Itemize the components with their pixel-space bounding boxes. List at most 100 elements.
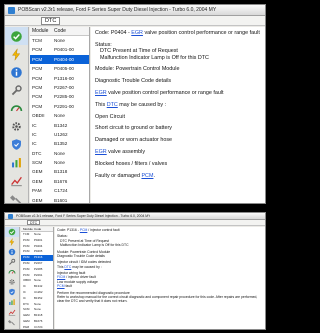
sidebar-item-chart[interactable]: [5, 153, 28, 171]
toolbar: DTC: [5, 220, 265, 226]
code-cell: C1724: [34, 324, 43, 329]
check-icon: [10, 30, 23, 43]
module-cell: PCM: [32, 56, 43, 62]
sidebar-item-info[interactable]: [5, 247, 19, 257]
code-column-header[interactable]: Code: [34, 227, 41, 231]
egr-link[interactable]: EGR: [131, 30, 143, 36]
sidebar-item-lightning[interactable]: [5, 237, 19, 247]
table-row[interactable]: GEM B1676: [30, 177, 89, 186]
bottom-window: POBScan v2.3r1 release, Ford F Series Su…: [4, 212, 266, 330]
sidebar-item-chart[interactable]: [5, 297, 19, 307]
dtc-rows: TCM None PCM P0401-00 PCM P0404-00 PCM P0405-00…: [30, 36, 89, 203]
table-row[interactable]: PCM P2285-00: [30, 92, 89, 101]
table-row[interactable]: IC U1262: [30, 130, 89, 139]
module-cell: DTC: [32, 150, 42, 156]
tab-dtc[interactable]: DTC: [27, 220, 41, 225]
chart-icon: [8, 298, 16, 306]
code-cell: B1352: [54, 141, 68, 147]
table-row[interactable]: PAM C1724: [21, 325, 53, 329]
sidebar-item-shield[interactable]: [5, 135, 28, 153]
sidebar-item-tool[interactable]: [5, 189, 28, 203]
sidebar-item-tool[interactable]: [5, 317, 19, 327]
table-row[interactable]: PCM P0401-00: [30, 45, 89, 54]
window-title: POBScan v2.3r1 release, Ford F Series Su…: [18, 7, 217, 13]
module-column-header[interactable]: Module: [30, 27, 54, 35]
tool-icon: [10, 192, 23, 203]
table-row[interactable]: PCM P2291-00: [30, 102, 89, 111]
app-icon: [8, 213, 13, 219]
code-cell: B1318: [54, 169, 68, 175]
module-cell: PCM: [32, 103, 43, 109]
dtc-list: Module Code TCM None PCM P0401 PCM P0404 PCM P0…: [21, 227, 54, 329]
table-row[interactable]: DTC None: [30, 149, 89, 158]
module-cell: PCM: [32, 66, 43, 72]
shield-icon: [10, 138, 23, 151]
window-title: POBScan v2.3r1 release, Ford F Series Su…: [16, 214, 151, 218]
toolbar: DTC: [5, 16, 265, 26]
check-icon: [8, 228, 16, 236]
module-cell: GEM: [32, 178, 43, 184]
title-bar: POBScan v2.3r1 release, Ford F Series Su…: [5, 5, 265, 16]
dtc-list: Module Code TCM None PCM P0401-00 PCM P0404-0…: [30, 27, 90, 203]
sidebar-item-gear[interactable]: [5, 277, 19, 287]
module-column-header[interactable]: Module: [21, 227, 34, 231]
sidebar-item-gear[interactable]: [5, 117, 28, 135]
graph-icon: [10, 174, 23, 187]
table-row[interactable]: TCM None: [30, 36, 89, 45]
sidebar-item-lightning[interactable]: [5, 45, 28, 63]
chart-icon: [10, 156, 23, 169]
sidebar-item-info[interactable]: [5, 63, 28, 81]
egr-link[interactable]: EGR: [95, 149, 107, 155]
app-icon: [8, 6, 15, 14]
code-cell: B1601: [54, 197, 68, 203]
wrench-icon: [8, 258, 16, 266]
code-cell: P2285-00: [54, 94, 74, 100]
module-cell: TCM: [32, 38, 42, 43]
sidebar-item-graph[interactable]: [5, 171, 28, 189]
sidebar-item-wrench[interactable]: [5, 257, 19, 267]
list-header: Module Code: [30, 27, 89, 36]
code-column-header[interactable]: Code: [54, 27, 66, 35]
code-cell: P0404-00: [54, 56, 74, 62]
graph-icon: [8, 308, 16, 316]
module-cell: GEM: [32, 169, 43, 175]
sidebar-item-check[interactable]: [5, 27, 28, 45]
gauge-icon: [8, 268, 16, 276]
sidebar-item-check[interactable]: [5, 227, 19, 237]
sidebar-item-gauge[interactable]: [5, 99, 28, 117]
dtc-link[interactable]: DTC: [107, 102, 118, 108]
code-cell: P0401-00: [54, 47, 74, 53]
table-row[interactable]: GEM B1601: [30, 196, 89, 203]
table-row[interactable]: PCM P1316-00: [30, 74, 89, 83]
sidebar-item-shield[interactable]: [5, 287, 19, 297]
title-bar: POBScan v2.3r1 release, Ford F Series Su…: [5, 213, 265, 220]
table-row[interactable]: IC B1352: [30, 139, 89, 148]
table-row[interactable]: PCM P2267-00: [30, 83, 89, 92]
code-cell: C1724: [54, 188, 68, 194]
sidebar-item-wrench[interactable]: [5, 81, 28, 99]
code-line: Code: P0404 - EGR valve position control…: [95, 30, 260, 36]
code-cell: None: [54, 38, 65, 43]
table-row[interactable]: OBDII None: [30, 111, 89, 120]
gear-icon: [10, 120, 23, 133]
pcm-link[interactable]: PCM: [57, 284, 65, 288]
dtc-detail-pane: Code: P0404 - EGR valve position control…: [91, 27, 265, 203]
module-cell: IC: [32, 141, 37, 147]
table-row[interactable]: SCM None: [30, 158, 89, 167]
table-row[interactable]: PAM C1724: [30, 186, 89, 195]
table-row[interactable]: PCM P0404-00: [30, 54, 89, 65]
table-row[interactable]: IC B1342: [30, 121, 89, 130]
egr-link[interactable]: EGR: [95, 90, 107, 96]
sidebar-item-gauge[interactable]: [5, 267, 19, 277]
module-cell: PCM: [32, 75, 43, 81]
tab-dtc[interactable]: DTC: [41, 17, 61, 25]
code-cell: P2291-00: [54, 103, 74, 109]
cause-item: Faulty or damaged PCM.: [95, 172, 155, 179]
sidebar-item-graph[interactable]: [5, 307, 19, 317]
module-cell: GEM: [32, 197, 43, 203]
module-cell: PAM: [23, 324, 30, 329]
code-cell: None: [54, 160, 65, 166]
pcm-link[interactable]: PCM: [141, 173, 153, 179]
table-row[interactable]: GEM B1318: [30, 167, 89, 176]
table-row[interactable]: PCM P0405-00: [30, 64, 89, 73]
